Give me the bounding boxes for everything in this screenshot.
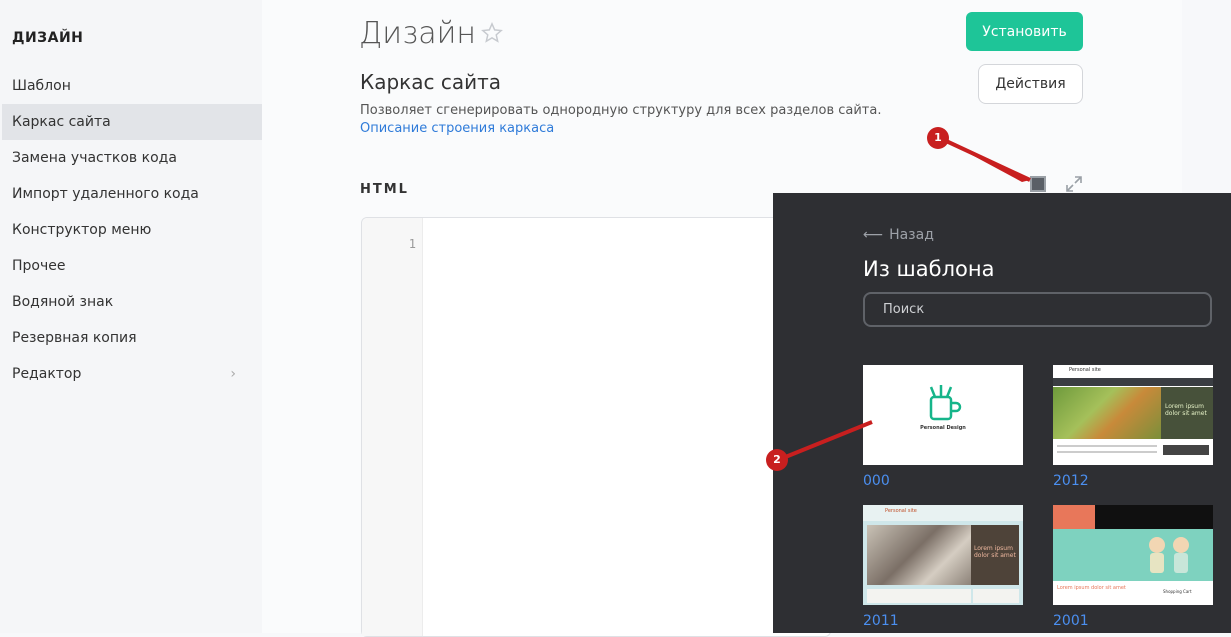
dog-photo — [1053, 387, 1161, 439]
sidebar-item-label: Редактор — [12, 366, 82, 382]
template-name: 000 — [863, 473, 890, 489]
line-gutter: 1 — [362, 218, 423, 636]
html-code-editor[interactable]: 1 — [361, 217, 831, 637]
sidebar-item-backup[interactable]: Резервная копия — [2, 320, 262, 356]
pencil-cup-logo-icon — [929, 385, 962, 421]
callout-badge-1: 1 — [927, 127, 949, 149]
template-name: 2011 — [863, 613, 899, 629]
sidebar-item-editor[interactable]: Редактор › — [2, 356, 262, 392]
star-icon[interactable] — [481, 22, 503, 44]
template-thumbnail: Personal site Lorem ipsum dolor sit amet — [1053, 365, 1213, 465]
template-thumb-text: Personal Design — [920, 425, 966, 431]
sidebar-item-template[interactable]: Шаблон — [2, 68, 262, 104]
template-name: 2001 — [1053, 613, 1089, 629]
actions-button[interactable]: Действия — [978, 64, 1083, 104]
template-thumb-title: Personal site — [885, 508, 917, 514]
insert-template-icon[interactable] — [1030, 176, 1046, 192]
template-thumb-caption: Lorem ipsum dolor sit amet — [1165, 403, 1207, 417]
html-editor-label: HTML — [360, 182, 409, 197]
template-card-000[interactable]: Personal Design 000 — [863, 365, 1023, 489]
sidebar-item-other[interactable]: Прочее — [2, 248, 262, 284]
page-title: Дизайн — [359, 16, 477, 51]
section-title: Каркас сайта — [360, 70, 501, 94]
back-link[interactable]: ⟵ Назад — [863, 227, 934, 243]
chevron-right-icon: › — [230, 366, 236, 382]
expand-icon[interactable] — [1064, 174, 1084, 194]
template-panel: ⟵ Назад Из шаблона Personal Design 000 Pe… — [773, 193, 1231, 633]
template-thumbnail: Personal Design — [863, 365, 1023, 465]
template-card-2012[interactable]: Personal site Lorem ipsum dolor sit amet… — [1053, 365, 1213, 489]
sidebar-title: ДИЗАЙН — [12, 30, 84, 46]
section-description: Позволяет сгенерировать однородную струк… — [360, 103, 882, 118]
template-thumbnail: Lorem ipsum dolor sit amet Shopping Cart — [1053, 505, 1213, 605]
sidebar-item-watermark[interactable]: Водяной знак — [2, 284, 262, 320]
template-search-input[interactable] — [863, 292, 1212, 327]
panel-title: Из шаблона — [863, 257, 995, 281]
sidebar: ДИЗАЙН Шаблон Каркас сайта Замена участк… — [0, 0, 262, 633]
sidebar-item-code-replace[interactable]: Замена участков кода — [2, 140, 262, 176]
template-thumb-caption: Lorem ipsum dolor sit amet — [974, 545, 1016, 559]
callout-badge-2: 2 — [766, 449, 788, 471]
template-card-2011[interactable]: Personal site Lorem ipsum dolor sit amet… — [863, 505, 1023, 629]
line-number: 1 — [408, 237, 416, 251]
template-thumb-title: Personal site — [1069, 367, 1101, 373]
template-name: 2012 — [1053, 473, 1089, 489]
template-thumb-caption: Lorem ipsum dolor sit amet — [1057, 585, 1126, 591]
arrow-left-icon: ⟵ — [863, 227, 884, 243]
install-button[interactable]: Установить — [966, 12, 1083, 51]
sidebar-item-menu-builder[interactable]: Конструктор меню — [2, 212, 262, 248]
cartoon-people-icon — [1149, 537, 1189, 573]
back-label: Назад — [889, 227, 934, 243]
sidebar-item-remote-import[interactable]: Импорт удаленного кода — [2, 176, 262, 212]
structure-description-link[interactable]: Описание строения каркаса — [360, 121, 554, 136]
students-photo — [867, 525, 971, 585]
template-card-2001[interactable]: Lorem ipsum dolor sit amet Shopping Cart… — [1053, 505, 1213, 629]
template-thumb-side: Shopping Cart — [1163, 589, 1192, 594]
template-thumbnail: Personal site Lorem ipsum dolor sit amet — [863, 505, 1023, 605]
sidebar-item-site-frame[interactable]: Каркас сайта — [2, 104, 262, 140]
